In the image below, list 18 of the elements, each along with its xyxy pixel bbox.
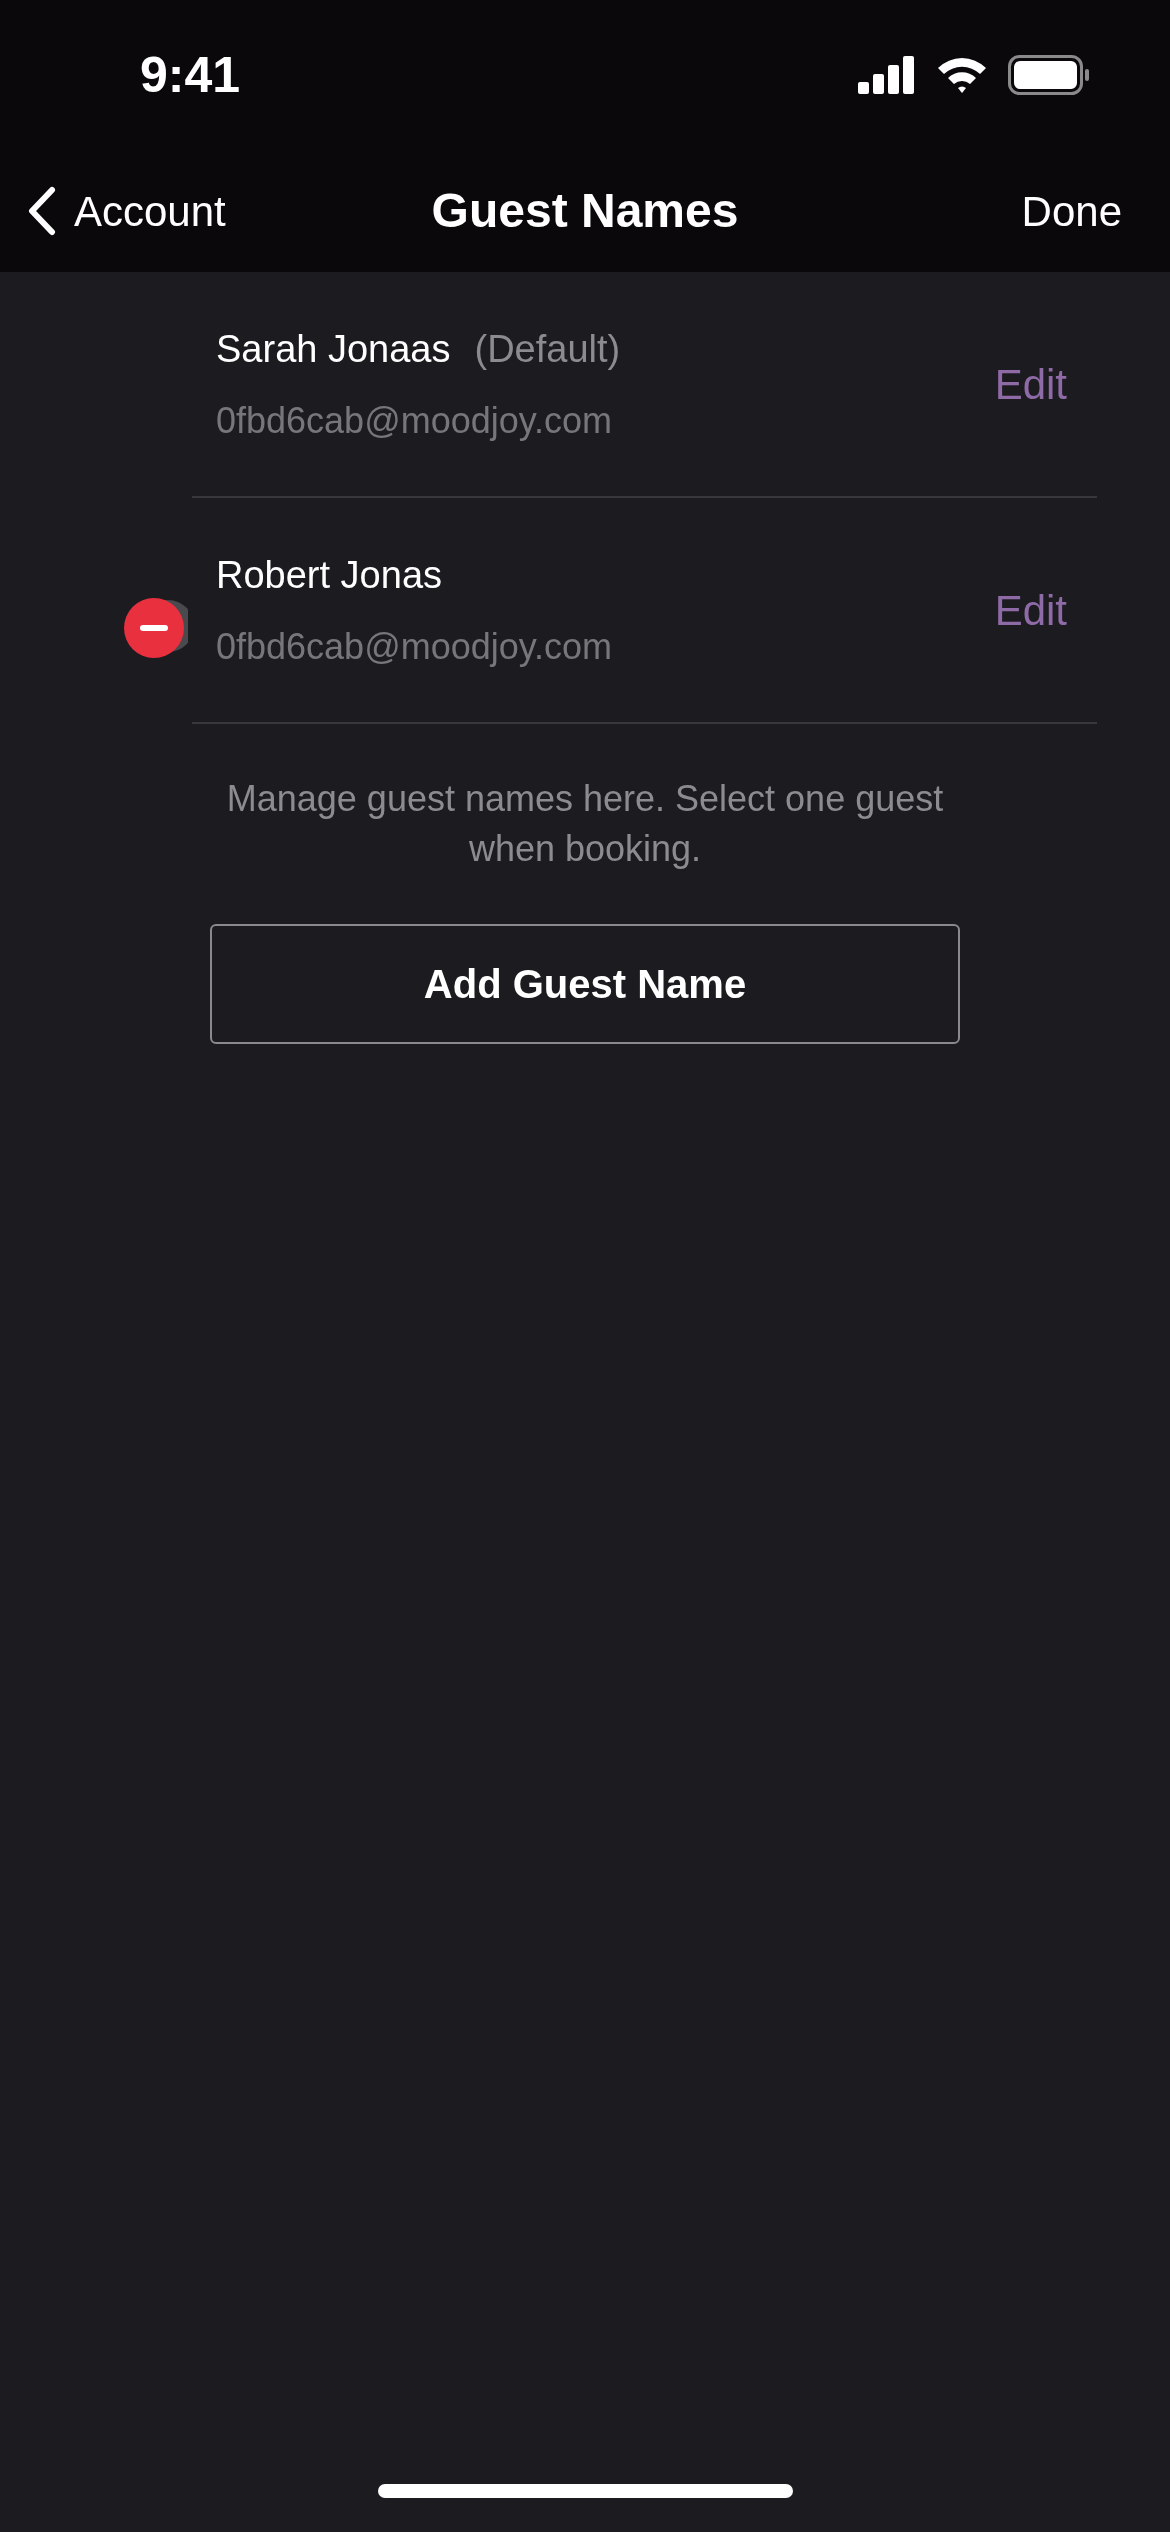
status-time: 9:41 xyxy=(140,45,241,105)
back-button[interactable]: Account xyxy=(26,179,226,243)
guest-name: Sarah Jonaas xyxy=(216,326,451,372)
guest-name: Robert Jonas xyxy=(216,552,442,598)
edit-link[interactable]: Edit xyxy=(994,578,1097,642)
done-button[interactable]: Done xyxy=(1021,179,1144,243)
battery-icon xyxy=(1008,55,1090,95)
add-guest-button[interactable]: Add Guest Name xyxy=(210,924,960,1044)
footer-note: Manage guest names here. Select one guest when booking. xyxy=(225,777,945,871)
guest-email: 0fbd6cab@moodjoy.com xyxy=(216,398,614,443)
guest-email: 0fbd6cab@moodjoy.com xyxy=(216,624,614,669)
delete-button[interactable] xyxy=(124,596,188,660)
wifi-icon xyxy=(936,56,988,94)
edit-link[interactable]: Edit xyxy=(994,352,1097,416)
back-chevron-icon xyxy=(26,186,56,236)
screen-title: Guest Names xyxy=(431,183,739,239)
signal-icon xyxy=(858,56,916,94)
default-tag: (Default) xyxy=(474,320,621,378)
